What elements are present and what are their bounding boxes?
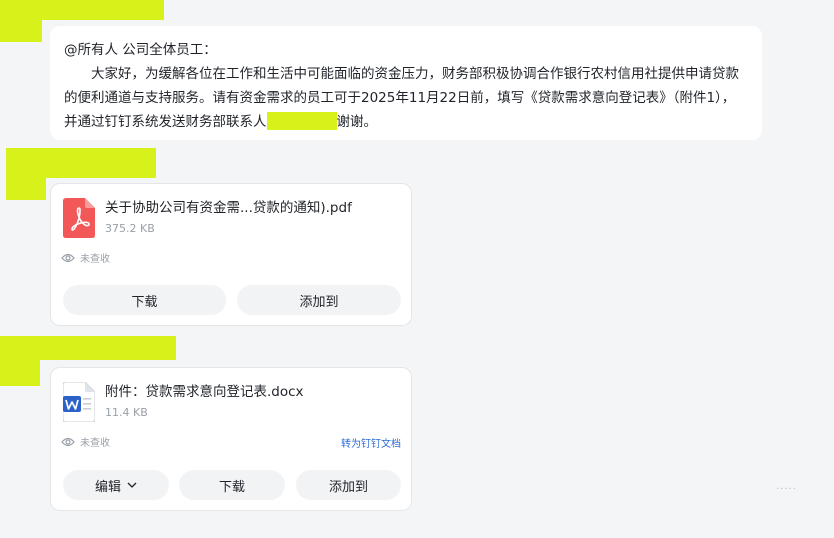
watermark: ····· xyxy=(776,484,797,495)
file-info[interactable]: 附件：贷款需求意向登记表.docx 11.4 KB xyxy=(62,380,304,424)
add-to-button[interactable]: 添加到 xyxy=(296,470,401,500)
file-size: 11.4 KB xyxy=(105,406,148,419)
file-card-pdf[interactable]: 关于协助公司有资金需...贷款的通知).pdf 375.2 KB 未查收 下载 … xyxy=(50,183,412,326)
redaction-block-sender-3b xyxy=(0,358,40,386)
download-button[interactable]: 下载 xyxy=(179,470,285,500)
read-status-text: 未查收 xyxy=(80,438,110,449)
redaction-block-sender-2 xyxy=(6,148,156,178)
download-button[interactable]: 下载 xyxy=(63,285,226,315)
convert-to-dingtalk-doc-link[interactable]: 转为钉钉文档 xyxy=(341,435,401,450)
file-name[interactable]: 关于协助公司有资金需...贷款的通知).pdf xyxy=(105,199,352,217)
mention-line: @所有人 公司全体员工： xyxy=(64,42,217,58)
file-info[interactable]: 关于协助公司有资金需...贷款的通知).pdf 375.2 KB xyxy=(63,196,352,240)
message-bubble[interactable]: @所有人 公司全体员工： 大家好，为缓解各位在工作和生活中可能面临的资金压力，财… xyxy=(50,26,762,140)
redaction-block-top-left xyxy=(0,20,42,42)
file-name[interactable]: 附件：贷款需求意向登记表.docx xyxy=(105,383,304,401)
chevron-down-icon xyxy=(127,482,137,488)
redaction-block-sender-2b xyxy=(6,176,46,200)
download-button-label: 下载 xyxy=(218,479,245,495)
redacted-contact-name xyxy=(266,112,337,130)
add-to-button[interactable]: 添加到 xyxy=(237,285,401,315)
edit-button-label: 编辑 xyxy=(94,479,121,495)
message-body: 大家好，为缓解各位在工作和生活中可能面临的资金压力，财务部积极协调合作银行农村信… xyxy=(64,62,748,134)
add-to-button-label: 添加到 xyxy=(299,294,339,310)
file-size: 375.2 KB xyxy=(105,222,155,235)
read-status: 未查收 xyxy=(61,250,110,265)
redaction-block-top xyxy=(0,0,164,20)
message-body-text: 大家好，为缓解各位在工作和生活中可能面临的资金压力，财务部积极协调合作银行农村信… xyxy=(64,66,739,130)
edit-button[interactable]: 编辑 xyxy=(63,470,169,500)
add-to-button-label: 添加到 xyxy=(328,479,368,495)
eye-icon xyxy=(61,253,75,262)
eye-icon xyxy=(61,437,75,446)
message-closing: 谢谢。 xyxy=(336,114,378,130)
download-button-label: 下载 xyxy=(131,294,158,310)
pdf-icon xyxy=(63,198,95,238)
word-docx-icon xyxy=(62,381,96,423)
redaction-block-sender-3 xyxy=(0,336,176,360)
file-card-docx[interactable]: 附件：贷款需求意向登记表.docx 11.4 KB 未查收 转为钉钉文档 编辑 … xyxy=(50,367,412,511)
read-status: 未查收 xyxy=(61,434,110,449)
read-status-text: 未查收 xyxy=(80,254,110,265)
